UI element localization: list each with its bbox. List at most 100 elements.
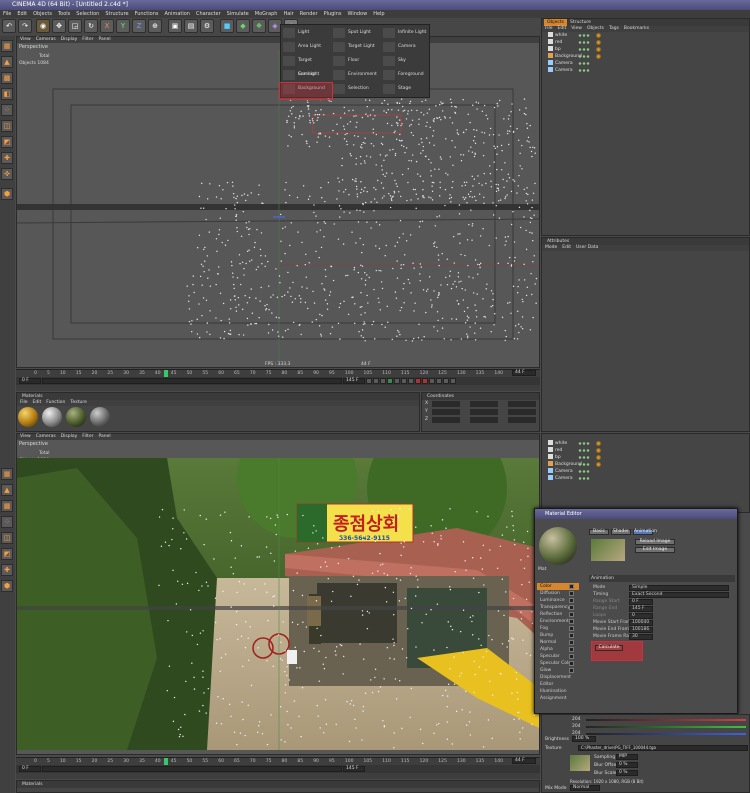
- mix-mode-select[interactable]: Normal: [570, 785, 600, 791]
- anim-prop-value[interactable]: 0 F: [629, 598, 653, 605]
- coord-system-icon[interactable]: ⊕: [148, 19, 162, 33]
- render-settings-icon[interactable]: ⚙: [200, 19, 214, 33]
- channel-checkbox[interactable]: [569, 640, 574, 645]
- menu-item-spot-light[interactable]: Spot Light: [331, 26, 379, 40]
- render-view-icon[interactable]: ▣: [168, 19, 182, 33]
- redo-icon[interactable]: ↷: [18, 19, 32, 33]
- z-axis-icon[interactable]: Z: [132, 19, 146, 33]
- coordinate-field[interactable]: [432, 409, 460, 415]
- object-item[interactable]: Background: [542, 53, 749, 60]
- enable-axis-icon-2[interactable]: ✚: [1, 564, 13, 576]
- edit-image-button[interactable]: Edit Image: [635, 547, 675, 553]
- material-tag-icon[interactable]: [596, 54, 601, 59]
- materials-menu-function[interactable]: Function: [46, 400, 65, 406]
- menu-item-environment[interactable]: Environment: [331, 68, 379, 82]
- visibility-dots-icon[interactable]: [578, 68, 590, 73]
- render-picture-icon[interactable]: ▤: [184, 19, 198, 33]
- menu-selection[interactable]: Selection: [76, 10, 99, 18]
- rgb-slider-track[interactable]: [586, 719, 746, 721]
- menu-item-light[interactable]: Light: [281, 26, 329, 40]
- edges-mode-icon[interactable]: ◫: [1, 120, 13, 132]
- menu-item-stage[interactable]: Stage: [381, 82, 429, 96]
- undo-icon[interactable]: ↶: [2, 19, 16, 33]
- sampling-select[interactable]: MIP: [616, 754, 638, 760]
- timeline-ticks[interactable]: 0 5 10 15 20 25 30 35 40 45 50 55 60 65 70 75 80 85 90 95 10…: [16, 370, 540, 377]
- channel-illumination[interactable]: Illumination: [537, 688, 579, 695]
- polygons-mode-icon-2[interactable]: ◩: [1, 548, 13, 560]
- texture-path-field[interactable]: C:\Phaster_drive\PG_TIFF_100044.tga: [578, 745, 748, 751]
- object-item[interactable]: bp: [542, 454, 749, 461]
- menu-edit[interactable]: Edit: [17, 10, 27, 18]
- channel-checkbox[interactable]: [569, 612, 574, 617]
- make-editable-icon[interactable]: ▦: [1, 40, 13, 52]
- object-item[interactable]: red: [542, 39, 749, 46]
- next-key-icon[interactable]: [401, 378, 407, 384]
- channel-checkbox[interactable]: [569, 619, 574, 624]
- object-item[interactable]: Background: [542, 461, 749, 468]
- tab-structure[interactable]: Structure: [567, 19, 594, 26]
- channel-checkbox[interactable]: [569, 584, 574, 589]
- anim-prop-value[interactable]: 100186: [629, 626, 653, 633]
- model-mode-icon-2[interactable]: ▲: [1, 484, 13, 496]
- keyframe-selection-icon[interactable]: [429, 378, 435, 384]
- material-tag-icon[interactable]: [596, 462, 601, 467]
- rgb-slider-row[interactable]: 204: [572, 731, 748, 737]
- object-item[interactable]: bp: [542, 46, 749, 53]
- material-tag-icon[interactable]: [596, 448, 601, 453]
- viewport-menu-panel[interactable]: Panel: [98, 434, 110, 440]
- materials-menu-edit[interactable]: Edit: [33, 400, 42, 406]
- current-frame-field-bottom[interactable]: 44 F: [512, 758, 536, 764]
- material-white[interactable]: [42, 407, 62, 427]
- visibility-dots-icon[interactable]: [578, 61, 590, 66]
- channel-transparency[interactable]: Transparency: [537, 604, 579, 611]
- object-item[interactable]: red: [542, 447, 749, 454]
- start-frame-field[interactable]: 0 F: [19, 378, 41, 384]
- viewport-top[interactable]: View Cameras Display Filter Panel Perspectiv…: [16, 36, 540, 368]
- materials-menu-file[interactable]: File: [20, 400, 28, 406]
- rgb-slider-track[interactable]: [586, 733, 746, 735]
- menu-help[interactable]: Help: [373, 10, 384, 18]
- position-key-icon[interactable]: [436, 378, 442, 384]
- make-editable-icon-2[interactable]: ▦: [1, 468, 13, 480]
- enable-axis-icon[interactable]: ✚: [1, 152, 13, 164]
- material-photo[interactable]: [66, 407, 86, 427]
- material-tag-icon[interactable]: [596, 455, 601, 460]
- goto-end-icon[interactable]: [408, 378, 414, 384]
- menu-simulate[interactable]: Simulate: [227, 10, 249, 18]
- rotate-icon[interactable]: ↻: [84, 19, 98, 33]
- viewport-menu-view[interactable]: View: [20, 37, 31, 43]
- snap-icon[interactable]: ⬢: [1, 188, 13, 200]
- points-mode-icon-2[interactable]: ⁘: [1, 516, 13, 528]
- start-frame-field-bottom[interactable]: 0 F: [19, 766, 41, 772]
- blur-scale-field[interactable]: 0 %: [616, 770, 638, 776]
- material-grey[interactable]: [90, 407, 110, 427]
- preview-range-slider[interactable]: [42, 378, 342, 384]
- texture-mode-icon-2[interactable]: ▩: [1, 500, 13, 512]
- menu-file[interactable]: File: [3, 10, 11, 18]
- tab-shader[interactable]: Shader: [611, 529, 631, 535]
- channel-assignment[interactable]: Assignment: [537, 695, 579, 702]
- scale-icon[interactable]: ◲: [68, 19, 82, 33]
- channel-checkbox[interactable]: [569, 661, 574, 666]
- visibility-dots-icon[interactable]: [578, 54, 590, 59]
- channel-fog[interactable]: Fog: [537, 625, 579, 632]
- viewport-menu-panel[interactable]: Panel: [98, 37, 110, 43]
- visibility-dots-icon[interactable]: [578, 47, 590, 52]
- channel-checkbox[interactable]: [569, 668, 574, 673]
- channel-displacement[interactable]: Displacement: [537, 674, 579, 681]
- anim-prop-value[interactable]: 30: [629, 633, 653, 640]
- timeline-ticks-bottom[interactable]: 0 5 10 15 20 25 30 35 40 45 50 55 60 65 70 75 80 85 90 95 10…: [16, 758, 540, 765]
- nurbs-icon[interactable]: ◆: [236, 19, 250, 33]
- channel-checkbox[interactable]: [569, 605, 574, 610]
- menu-item-target-camera[interactable]: Target Camera: [281, 54, 329, 77]
- coordinate-field[interactable]: [508, 401, 536, 407]
- menu-item-selection[interactable]: Selection: [331, 82, 379, 96]
- current-frame-field[interactable]: 44 F: [512, 370, 536, 376]
- material-tag-icon[interactable]: [596, 47, 601, 52]
- tab-basic[interactable]: Basic: [589, 529, 609, 535]
- menu-item-area-light[interactable]: Area Light: [281, 40, 329, 54]
- viewport-menu-filter[interactable]: Filter: [82, 37, 93, 43]
- menu-structure[interactable]: Structure: [105, 10, 128, 18]
- channel-checkbox[interactable]: [569, 633, 574, 638]
- brightness-field[interactable]: 100 %: [572, 736, 596, 742]
